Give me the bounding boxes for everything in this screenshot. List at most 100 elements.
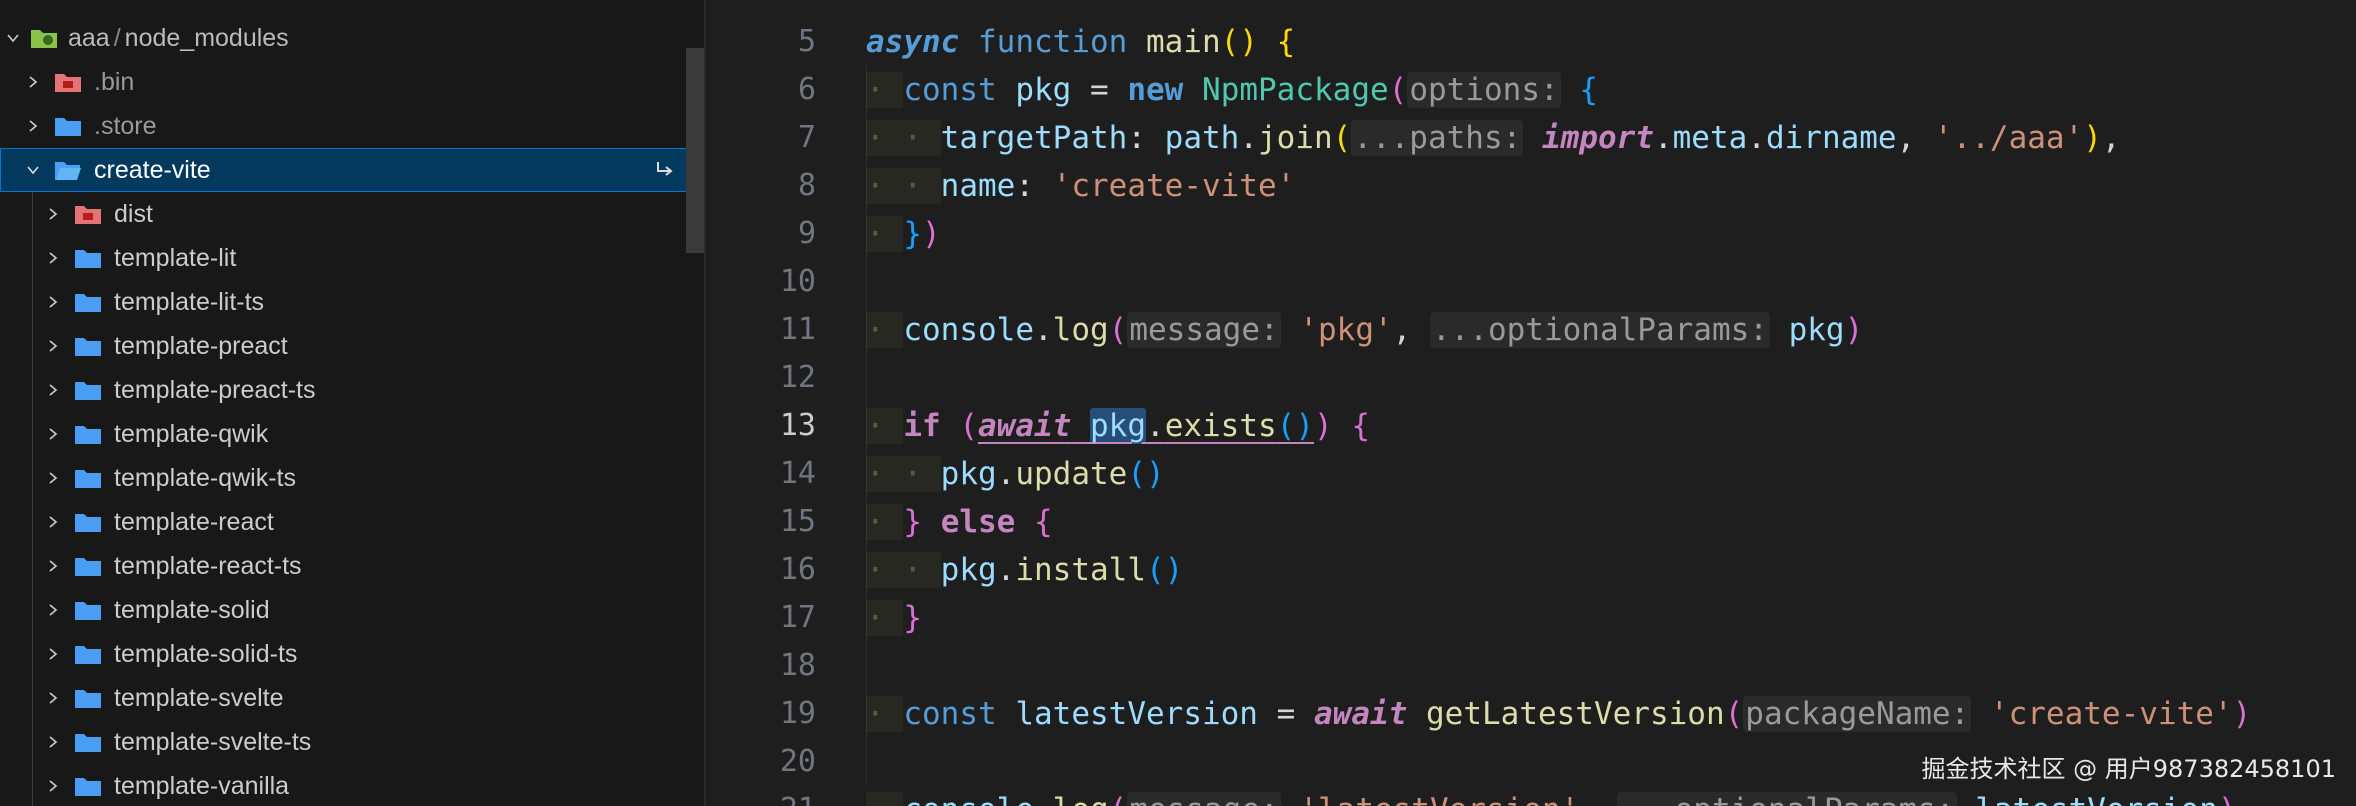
chevron-right-icon — [40, 544, 66, 588]
inlay-hint: message: — [1127, 792, 1281, 806]
folder-icon — [74, 368, 108, 412]
inlay-hint: ...paths: — [1351, 120, 1524, 156]
chevron-right-icon — [40, 500, 66, 544]
line-number: 16 — [779, 552, 816, 587]
tree-item-template-svelte-ts[interactable]: template-svelte-ts — [0, 720, 704, 764]
chevron-right-icon — [40, 676, 66, 720]
path-current: node_modules — [124, 23, 289, 52]
chevron-right-icon — [0, 0, 26, 14]
code-line-5: async function main() { — [866, 24, 1296, 60]
tree-item-dist[interactable]: dist — [0, 192, 704, 236]
line-number: 7 — [797, 120, 816, 155]
tree-item-template-solid[interactable]: template-solid — [0, 588, 704, 632]
folder-icon — [74, 764, 108, 806]
warning-squiggle[interactable]: await pkg.exists() — [978, 408, 1314, 444]
tree-item-create-vite[interactable]: create-vite — [0, 148, 704, 192]
code-line-15: · } else { — [866, 504, 1053, 540]
inlay-hint: packageName: — [1743, 696, 1972, 732]
tree-item-template-qwik-ts[interactable]: template-qwik-ts — [0, 456, 704, 500]
chevron-right-icon — [20, 104, 46, 148]
folder-icon — [74, 412, 108, 456]
folder-icon — [74, 236, 108, 280]
code-line-7: · · targetPath: path.join(...paths: impo… — [866, 120, 2121, 156]
tree-item-template-svelte[interactable]: template-svelte — [0, 676, 704, 720]
folder-icon — [74, 280, 108, 324]
chevron-right-icon — [40, 324, 66, 368]
code-editor[interactable]: 5 6 7 8 9 10 11 12 13 14 15 16 17 18 19 … — [706, 0, 2356, 806]
line-number-active: 13 — [779, 408, 816, 443]
folder-open-icon — [54, 148, 88, 192]
chevron-right-icon — [40, 632, 66, 676]
tree-item-template-react-ts[interactable]: template-react-ts — [0, 544, 704, 588]
folder-icon — [74, 720, 108, 764]
line-number: 20 — [779, 744, 816, 779]
tree-item-template-solid-ts[interactable]: template-solid-ts — [0, 632, 704, 676]
chevron-right-icon — [40, 280, 66, 324]
chevron-right-icon — [40, 368, 66, 412]
tree-item-template-qwik[interactable]: template-qwik — [0, 412, 704, 456]
chevron-right-icon — [40, 456, 66, 500]
chevron-down-icon — [20, 148, 46, 192]
folder-icon — [74, 588, 108, 632]
folder-icon — [74, 676, 108, 720]
folder-dist-icon — [74, 192, 108, 236]
line-number: 18 — [779, 648, 816, 683]
folder-icon — [74, 324, 108, 368]
line-number: 17 — [779, 600, 816, 635]
line-number: 21 — [706, 786, 816, 806]
line-number: 12 — [779, 360, 816, 395]
chevron-right-icon — [40, 236, 66, 280]
path-separator: / — [113, 23, 121, 52]
explorer-sidebar: utils aaa/node_modules .bin .store — [0, 0, 704, 806]
chevron-down-icon — [0, 16, 26, 60]
code-line-14: · · pkg.update() — [866, 456, 1165, 492]
path-parent: aaa — [68, 23, 110, 52]
tree-item-bin[interactable]: .bin — [0, 60, 704, 104]
inlay-hint: ...optionalParams: — [1616, 792, 1957, 806]
tree-item-template-vanilla[interactable]: template-vanilla — [0, 764, 704, 806]
line-number: 19 — [779, 696, 816, 731]
code-line-17: · } — [866, 600, 923, 636]
folder-node-icon — [30, 16, 64, 60]
line-number: 14 — [779, 456, 816, 491]
chevron-right-icon — [40, 588, 66, 632]
code-line-11: · console.log(message: 'pkg', ...optiona… — [866, 312, 1864, 348]
code-line-19: · const latestVersion = await getLatestV… — [866, 696, 2252, 732]
code-line-6: · const pkg = new NpmPackage(options: { — [866, 72, 1598, 108]
tree-item-utils[interactable]: utils — [0, 0, 704, 14]
tree-item-node-modules[interactable]: aaa / node_modules — [0, 16, 704, 60]
code-line-13: · if (await pkg.exists()) { — [866, 408, 1371, 444]
chevron-right-icon — [40, 720, 66, 764]
code-line-21: · console.log(message: 'latestVersion', … — [866, 786, 2237, 806]
tree-item-template-react[interactable]: template-react — [0, 500, 704, 544]
tree-item-template-preact-ts[interactable]: template-preact-ts — [0, 368, 704, 412]
tree-item-store[interactable]: .store — [0, 104, 704, 148]
folder-icon — [74, 632, 108, 676]
code-line-9: · }) — [866, 216, 941, 252]
reveal-arrow-icon[interactable] — [654, 159, 676, 181]
line-number: 8 — [797, 168, 816, 203]
inlay-hint: ...optionalParams: — [1429, 312, 1770, 348]
inlay-hint: message: — [1127, 312, 1281, 348]
code-line-8: · · name: 'create-vite' — [866, 168, 1296, 204]
tree-item-template-lit-ts[interactable]: template-lit-ts — [0, 280, 704, 324]
chevron-right-icon — [40, 192, 66, 236]
inlay-hint: options: — [1407, 72, 1561, 108]
line-number: 9 — [797, 216, 816, 251]
line-number: 6 — [797, 72, 816, 107]
line-number: 10 — [779, 264, 816, 299]
sidebar-scrollbar[interactable] — [686, 48, 704, 253]
code-line-16: · · pkg.install() — [866, 552, 1184, 588]
folder-icon — [74, 500, 108, 544]
chevron-right-icon — [20, 60, 46, 104]
folder-icon — [74, 544, 108, 588]
tree-item-template-preact[interactable]: template-preact — [0, 324, 704, 368]
chevron-right-icon — [40, 412, 66, 456]
watermark: 掘金技术社区 @ 用户987382458101 — [1921, 755, 2337, 783]
tree-item-template-lit[interactable]: template-lit — [0, 236, 704, 280]
folder-icon — [54, 104, 88, 148]
line-number: 15 — [779, 504, 816, 539]
line-number: 11 — [779, 312, 816, 347]
folder-icon — [74, 456, 108, 500]
line-number: 5 — [797, 24, 816, 59]
